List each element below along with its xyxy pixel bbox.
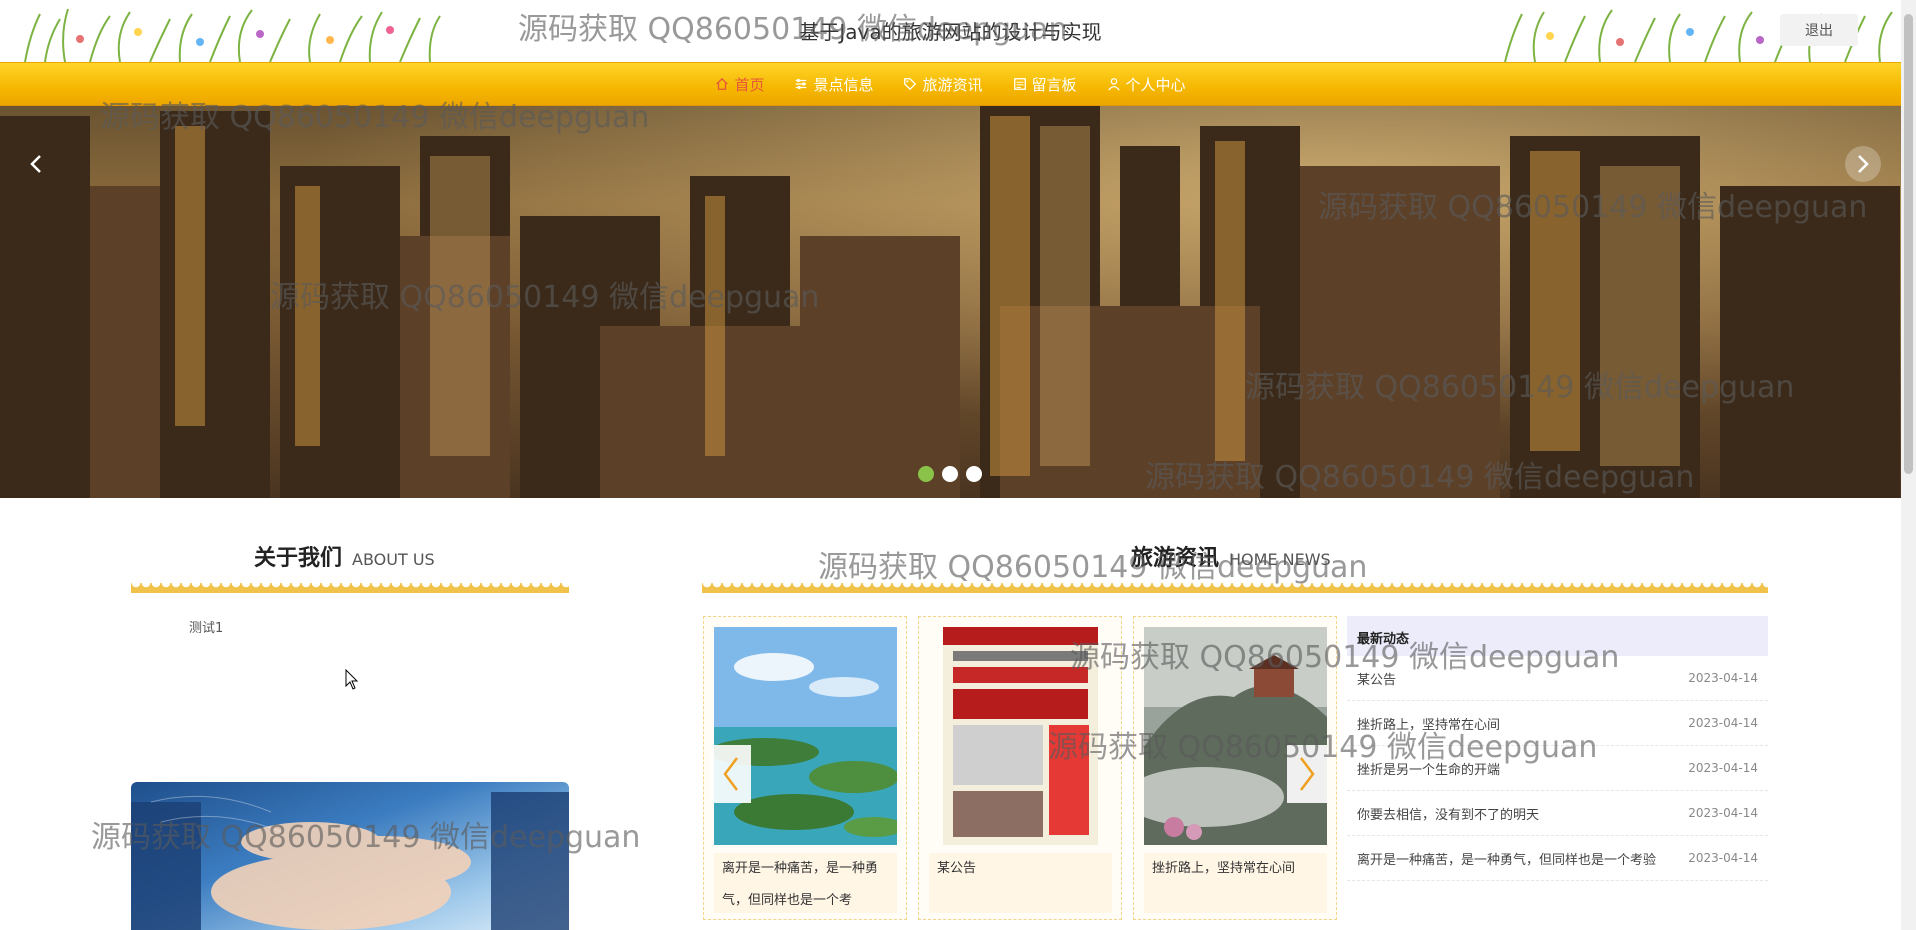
news-divider [702, 583, 1768, 593]
latest-news-item-title: 挫折是另一个生命的开端 [1357, 762, 1501, 778]
banner-prev-button[interactable] [18, 146, 54, 182]
mouse-cursor-icon [345, 669, 359, 690]
home-icon [716, 77, 729, 90]
latest-news-item-title: 挫折路上，坚持常在心间 [1357, 717, 1501, 733]
latest-news-item[interactable]: 挫折是另一个生命的开端 2023-04-14 [1347, 746, 1768, 791]
page-scrollbar[interactable] [1901, 0, 1916, 930]
latest-news-item[interactable]: 某公告 2023-04-14 [1347, 656, 1768, 701]
sliders-icon [796, 78, 807, 90]
news-card-image [929, 627, 1112, 845]
news-card[interactable]: 某公告 [918, 616, 1122, 920]
about-title-en: ABOUT US [352, 550, 435, 569]
city-skyline-image [0, 106, 1900, 498]
nav-label: 旅游资讯 [922, 75, 983, 94]
nav-label: 首页 [734, 75, 765, 94]
about-title-cn: 关于我们 [254, 546, 343, 571]
news-card-caption: 离开是一种痛苦，是一种勇气，但同样也是一个考 [714, 853, 897, 913]
news-title-en: HOME NEWS [1229, 550, 1331, 569]
user-icon [1107, 78, 1120, 91]
news-next-button[interactable] [1287, 745, 1327, 803]
news-card-image [714, 627, 897, 845]
lake-islands-image [714, 627, 897, 845]
latest-news-item-date: 2023-04-14 [1688, 851, 1758, 865]
nav-item-personal-center[interactable]: 个人中心 [1103, 74, 1190, 95]
latest-news-panel: 最新动态 某公告 2023-04-14 挫折路上，坚持常在心间 2023-04-… [1347, 616, 1768, 881]
board-icon [1013, 78, 1026, 90]
scrollbar-thumb[interactable] [1904, 14, 1913, 474]
latest-news-item-date: 2023-04-14 [1688, 761, 1758, 775]
nav-item-home[interactable]: 首页 [711, 74, 768, 95]
latest-news-item-date: 2023-04-14 [1688, 671, 1758, 685]
latest-news-item-title: 你要去相信，没有到不了的明天 [1357, 807, 1540, 823]
latest-news-item[interactable]: 你要去相信，没有到不了的明天 2023-04-14 [1347, 791, 1768, 836]
mountain-mist-image [1144, 627, 1327, 845]
latest-news-item-date: 2023-04-14 [1688, 806, 1758, 820]
news-card-image [1144, 627, 1327, 845]
banner-pagination [918, 466, 982, 482]
nav-label: 景点信息 [813, 75, 874, 94]
nav-label: 留言板 [1031, 75, 1077, 94]
banner-next-button[interactable] [1845, 146, 1881, 182]
banner-dot[interactable] [942, 466, 958, 482]
tag-icon [904, 78, 917, 91]
nav-item-message-board[interactable]: 留言板 [1009, 74, 1081, 95]
latest-news-item-date: 2023-04-14 [1688, 716, 1758, 730]
main-nav: 首页 景点信息 旅游资讯 留言板 个人中心 [0, 62, 1901, 106]
banner-dot[interactable] [966, 466, 982, 482]
chevron-right-icon [1300, 757, 1315, 791]
latest-news-title: 最新动态 [1347, 616, 1768, 656]
news-card-caption: 某公告 [929, 853, 1112, 913]
latest-news-item-title: 某公告 [1357, 672, 1397, 688]
news-prev-button[interactable] [711, 745, 751, 803]
about-image [131, 782, 569, 930]
chevron-left-icon [723, 757, 738, 791]
about-heading: 关于我们 ABOUT US [254, 540, 435, 572]
news-title-cn: 旅游资讯 [1131, 546, 1220, 571]
nav-item-travel-news[interactable]: 旅游资讯 [899, 74, 986, 95]
about-text: 测试1 [189, 621, 224, 636]
latest-news-item-title: 离开是一种痛苦，是一种勇气，但同样也是一个考验 [1357, 852, 1657, 868]
about-divider [131, 583, 569, 593]
banner-carousel [0, 106, 1901, 498]
logout-button[interactable]: 退出 [1780, 14, 1858, 46]
banner-dot[interactable] [918, 466, 934, 482]
top-header: 基于Java的旅游网站的设计与实现 退出 [0, 0, 1901, 62]
latest-news-item[interactable]: 离开是一种痛苦，是一种勇气，但同样也是一个考验 2023-04-14 [1347, 836, 1768, 881]
nav-label: 个人中心 [1125, 75, 1186, 94]
nav-item-attractions[interactable]: 景点信息 [790, 74, 877, 95]
chevron-right-icon [1858, 155, 1869, 173]
latest-news-item[interactable]: 挫折路上，坚持常在心间 2023-04-14 [1347, 701, 1768, 746]
news-heading: 旅游资讯 HOME NEWS [1131, 540, 1331, 572]
magazine-cover-image [943, 627, 1098, 845]
handshake-image [131, 792, 569, 930]
site-title: 基于Java的旅游网站的设计与实现 [799, 20, 1102, 44]
chevron-left-icon [30, 155, 41, 173]
news-card-caption: 挫折路上，坚持常在心间 [1144, 853, 1327, 913]
